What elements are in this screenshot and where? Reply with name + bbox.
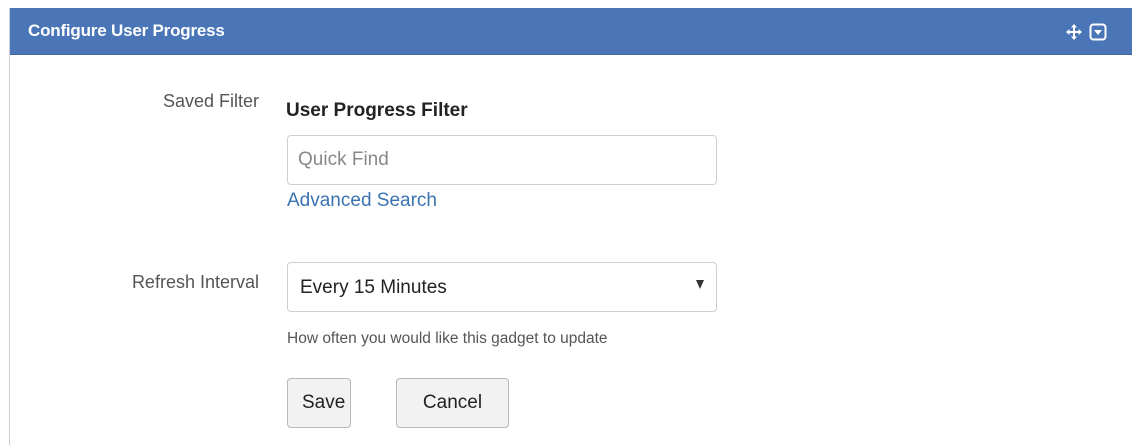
gadget-panel: Configure User Progress Saved Filter Use…: [9, 8, 1132, 445]
quick-find-input[interactable]: [287, 135, 717, 185]
save-button[interactable]: Save: [287, 378, 351, 428]
refresh-interval-help: How often you would like this gadget to …: [287, 330, 608, 347]
saved-filter-name: User Progress Filter: [286, 100, 468, 121]
gadget-title: Configure User Progress: [28, 21, 225, 40]
cancel-button[interactable]: Cancel: [396, 378, 509, 428]
advanced-search-link[interactable]: Advanced Search: [287, 190, 437, 212]
chevron-down-icon: [696, 280, 704, 289]
dropdown-menu-icon[interactable]: [1089, 23, 1107, 41]
gadget-header: Configure User Progress: [10, 8, 1132, 55]
refresh-interval-value: Every 15 Minutes: [300, 277, 447, 298]
move-arrows-icon[interactable]: [1065, 23, 1083, 41]
saved-filter-label: Saved Filter: [162, 91, 259, 111]
refresh-interval-select[interactable]: Every 15 Minutes: [287, 262, 717, 312]
refresh-interval-label: Refresh Interval: [131, 272, 259, 292]
